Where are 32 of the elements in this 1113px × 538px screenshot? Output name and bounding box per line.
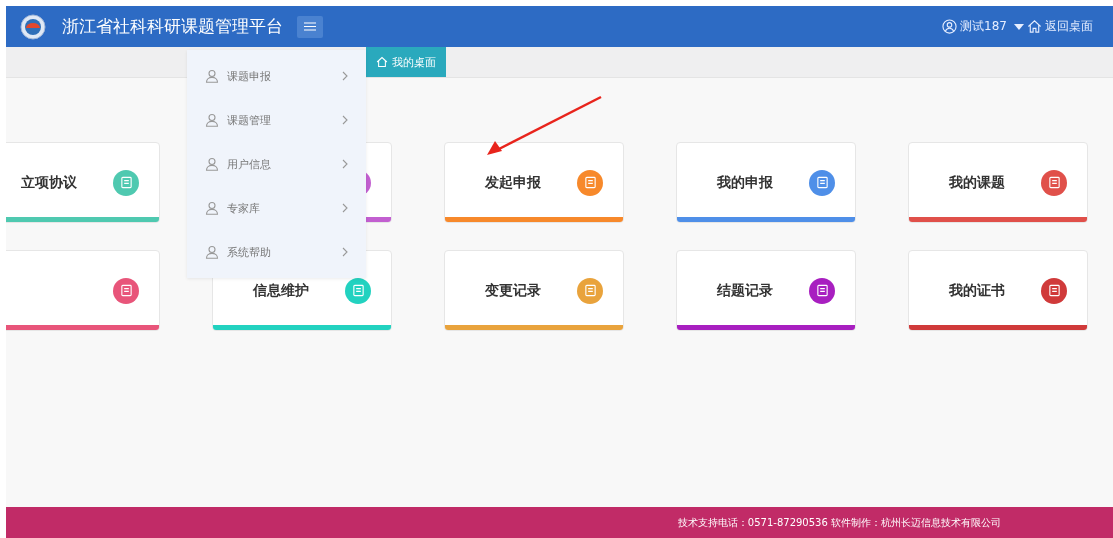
shortcut-card[interactable]: 变更记录 — [444, 250, 624, 331]
person-icon — [205, 245, 219, 259]
shortcut-card[interactable] — [6, 250, 160, 331]
person-icon — [205, 113, 219, 127]
home-icon — [1027, 19, 1042, 34]
person-icon — [205, 201, 219, 215]
menu-item[interactable]: 课题管理 — [187, 98, 366, 142]
shortcut-card[interactable]: 我的申报 — [676, 142, 856, 223]
chevron-right-icon — [342, 159, 348, 169]
menu-icon — [304, 22, 316, 31]
emblem-logo-icon — [20, 13, 46, 40]
chevron-right-icon — [342, 115, 348, 125]
shortcut-card[interactable]: 结题记录 — [676, 250, 856, 331]
menu-item[interactable]: 课题申报 — [187, 54, 366, 98]
user-name[interactable]: 测试187 — [960, 18, 1007, 35]
shortcut-card[interactable]: 立项协议 — [6, 142, 160, 223]
shortcut-card[interactable]: 发起申报 — [444, 142, 624, 223]
app-title: 浙江省社科科研课题管理平台 — [62, 15, 283, 38]
user-icon — [942, 19, 958, 34]
chevron-right-icon — [342, 203, 348, 213]
menu-item[interactable]: 专家库 — [187, 186, 366, 230]
home-icon — [376, 56, 388, 68]
chevron-right-icon — [342, 71, 348, 81]
person-icon — [205, 69, 219, 83]
shortcut-card[interactable]: 我的证书 — [908, 250, 1088, 331]
home-link[interactable]: 返回桌面 — [1045, 18, 1093, 35]
shortcut-card[interactable]: 我的课题 — [908, 142, 1088, 223]
menu-toggle-button[interactable] — [297, 15, 323, 38]
caret-icon[interactable] — [1014, 23, 1024, 30]
chevron-right-icon — [342, 247, 348, 257]
footer-text: 技术支持电话：0571-87290536 软件制作：杭州长迈信息技术有限公司 — [677, 515, 1001, 530]
person-icon — [205, 157, 219, 171]
